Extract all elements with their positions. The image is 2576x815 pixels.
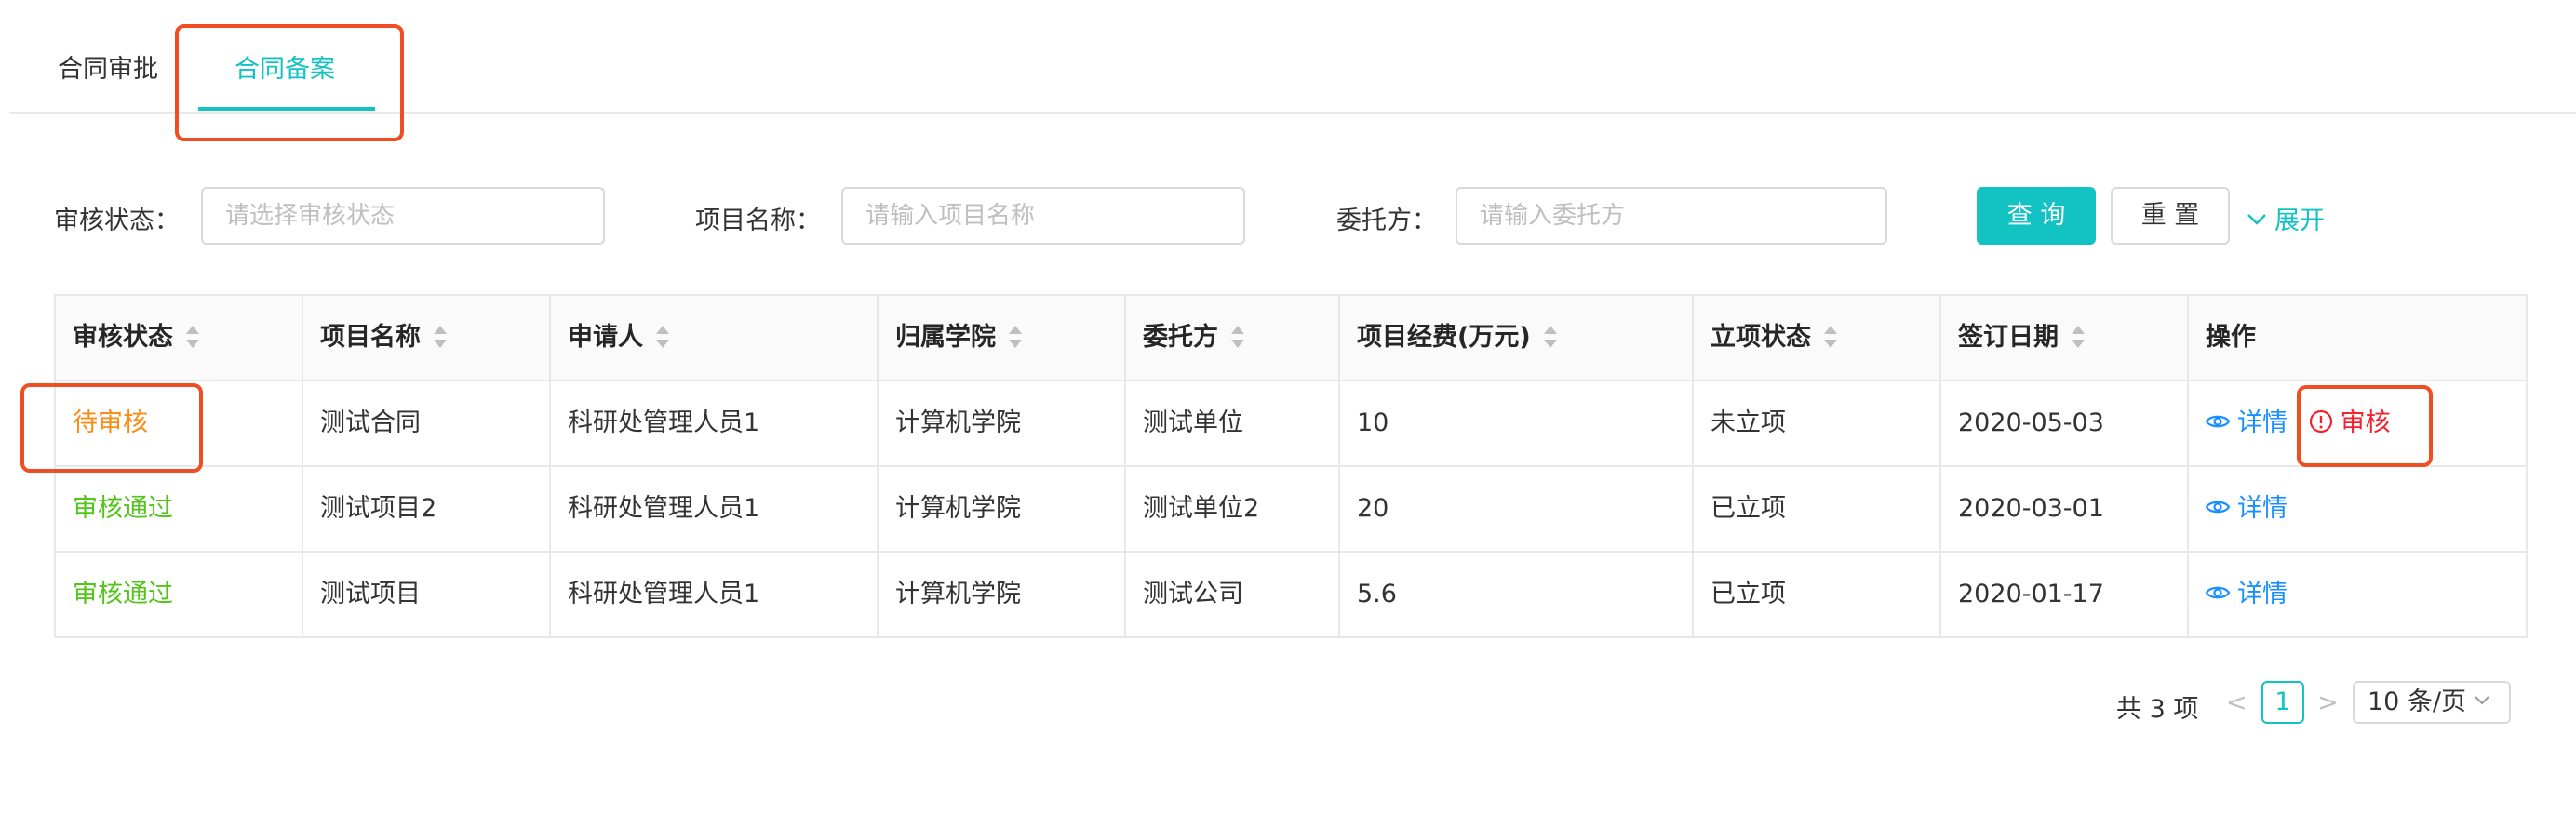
- highlight-box-tab: [175, 24, 404, 141]
- applicant-cell: 科研处管理人员1: [551, 553, 879, 636]
- tab-contract-approval[interactable]: 合同审批: [58, 48, 158, 85]
- actions-cell: 详情: [2189, 553, 2526, 636]
- col-header-college[interactable]: 归属学院: [879, 296, 1126, 380]
- client-filter-label: 委托方：: [1336, 207, 1437, 235]
- project-name-input[interactable]: 请输入项目名称: [841, 187, 1245, 245]
- client-cell: 测试单位: [1126, 381, 1340, 465]
- project-cell: 测试合同: [303, 381, 551, 465]
- eye-icon: [2206, 415, 2230, 427]
- status-cell: 审核通过: [56, 467, 303, 551]
- sort-icon[interactable]: [1824, 325, 1837, 348]
- funds-cell: 20: [1340, 467, 1694, 551]
- client-input[interactable]: 请输入委托方: [1456, 187, 1887, 245]
- funds-cell: 5.6: [1340, 553, 1694, 636]
- chevron-down-icon: [2475, 695, 2489, 704]
- status-select[interactable]: 请选择审核状态: [201, 187, 605, 245]
- highlight-box-audit-action: [2297, 385, 2433, 467]
- college-cell: 计算机学院: [879, 467, 1126, 551]
- query-button[interactable]: 查 询: [1977, 187, 2096, 245]
- eye-icon: [2206, 586, 2230, 598]
- expand-toggle[interactable]: 展开: [2247, 200, 2325, 236]
- actions-cell: 详情: [2189, 467, 2526, 551]
- applicant-cell: 科研处管理人员1: [551, 381, 879, 465]
- pagination-page-1[interactable]: 1: [2261, 681, 2304, 724]
- col-header-actions: 操作: [2206, 323, 2256, 352]
- setup-status-cell: 已立项: [1694, 467, 1941, 551]
- detail-link[interactable]: 详情: [2206, 494, 2288, 523]
- sort-icon[interactable]: [2072, 325, 2085, 348]
- chevron-right-icon[interactable]: >: [2317, 688, 2339, 717]
- table-row: 审核通过 测试项目2 科研处管理人员1 计算机学院 测试单位2 20 已立项 2…: [56, 467, 2526, 553]
- pagination-total: 共 3 项: [2116, 695, 2199, 724]
- college-cell: 计算机学院: [879, 553, 1126, 636]
- setup-status-cell: 已立项: [1694, 553, 1941, 636]
- table-header-row: 审核状态 项目名称 申请人 归属学院 委托方 项目经费(万元) 立项状态 签订日…: [56, 296, 2526, 381]
- applicant-cell: 科研处管理人员1: [551, 467, 879, 551]
- sort-icon[interactable]: [434, 325, 447, 348]
- sort-icon[interactable]: [1543, 325, 1557, 348]
- table-row: 审核通过 测试项目 科研处管理人员1 计算机学院 测试公司 5.6 已立项 20…: [56, 553, 2526, 638]
- project-cell: 测试项目: [303, 553, 551, 636]
- table-row: 待审核 测试合同 科研处管理人员1 计算机学院 测试单位 10 未立项 2020…: [56, 381, 2526, 467]
- reset-button[interactable]: 重 置: [2111, 187, 2230, 245]
- col-header-applicant[interactable]: 申请人: [551, 296, 879, 380]
- detail-link[interactable]: 详情: [2206, 580, 2288, 608]
- contract-table: 审核状态 项目名称 申请人 归属学院 委托方 项目经费(万元) 立项状态 签订日…: [54, 294, 2528, 638]
- sign-date-cell: 2020-01-17: [1941, 553, 2189, 636]
- sort-icon[interactable]: [1009, 325, 1022, 348]
- college-cell: 计算机学院: [879, 381, 1126, 465]
- highlight-box-pending-status: [20, 383, 203, 473]
- status-filter-label: 审核状态：: [54, 207, 180, 235]
- sort-icon[interactable]: [1231, 325, 1244, 348]
- client-cell: 测试单位2: [1126, 467, 1340, 551]
- sign-date-cell: 2020-03-01: [1941, 467, 2189, 551]
- col-header-setup-status[interactable]: 立项状态: [1694, 296, 1941, 380]
- col-header-status[interactable]: 审核状态: [56, 296, 303, 380]
- col-header-project[interactable]: 项目名称: [303, 296, 551, 380]
- project-cell: 测试项目2: [303, 467, 551, 551]
- sort-icon[interactable]: [656, 325, 669, 348]
- sign-date-cell: 2020-05-03: [1941, 381, 2189, 465]
- col-header-funds[interactable]: 项目经费(万元): [1340, 296, 1694, 380]
- status-cell: 审核通过: [56, 553, 303, 636]
- sort-icon[interactable]: [186, 325, 199, 348]
- funds-cell: 10: [1340, 381, 1694, 465]
- chevron-down-icon: [2247, 213, 2266, 225]
- expand-label: 展开: [2274, 207, 2325, 235]
- project-filter-label: 项目名称：: [695, 207, 821, 235]
- page-size-label: 10 条/页: [2368, 688, 2467, 716]
- client-cell: 测试公司: [1126, 553, 1340, 636]
- chevron-left-icon[interactable]: <: [2226, 688, 2247, 717]
- detail-link[interactable]: 详情: [2206, 408, 2288, 437]
- page-size-select[interactable]: 10 条/页: [2353, 681, 2511, 724]
- setup-status-cell: 未立项: [1694, 381, 1941, 465]
- col-header-client[interactable]: 委托方: [1126, 296, 1340, 380]
- eye-icon: [2206, 501, 2230, 513]
- col-header-sign-date[interactable]: 签订日期: [1941, 296, 2189, 380]
